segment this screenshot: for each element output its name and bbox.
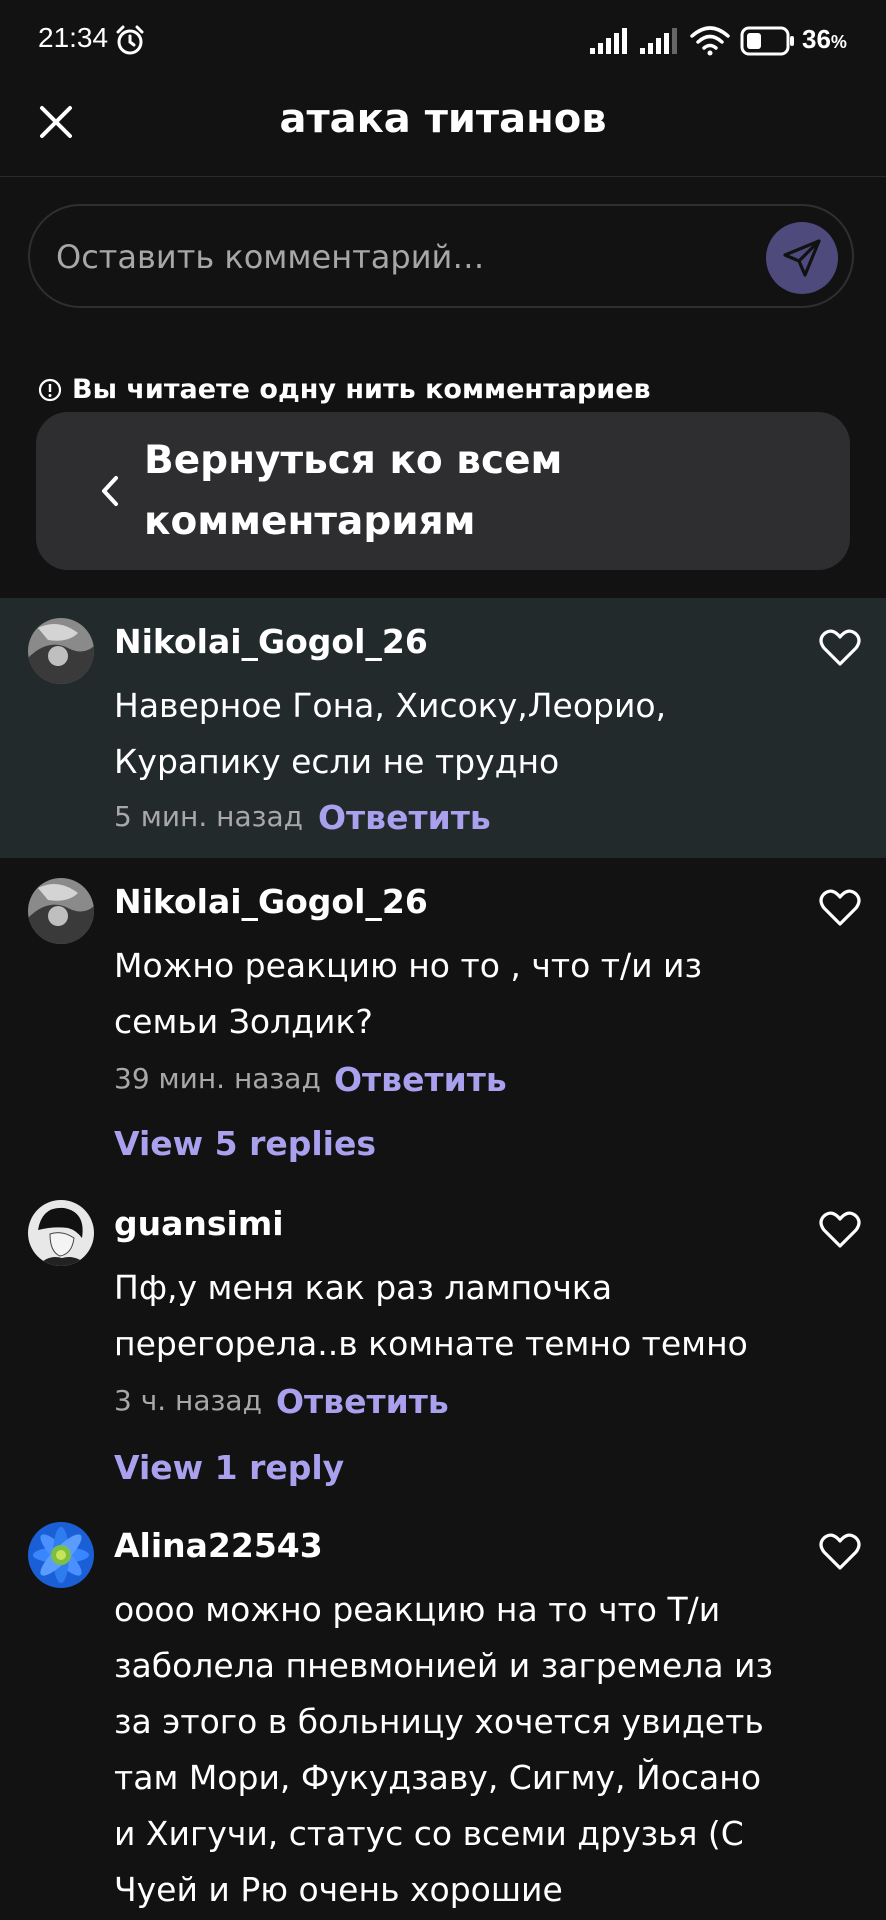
comment-username[interactable]: Nikolai_Gogol_26	[114, 882, 428, 921]
heart-icon[interactable]	[818, 1532, 862, 1572]
wifi-icon	[690, 26, 730, 56]
view-replies-button[interactable]: View 5 replies	[114, 1124, 376, 1163]
alarm-icon	[116, 25, 144, 55]
heart-icon[interactable]	[818, 1210, 862, 1250]
page-title: атака титанов	[279, 96, 607, 142]
signal-icon	[590, 28, 627, 54]
comment-timestamp: 5 мин. назад	[114, 800, 304, 833]
back-button-label: Вернуться ко всем комментариям	[144, 438, 563, 544]
send-icon	[783, 239, 821, 277]
thread-notice-text: Вы читаете одну нить комментариев	[72, 374, 651, 405]
chevron-left-icon	[102, 476, 118, 506]
comment-username[interactable]: Nikolai_Gogol_26	[114, 622, 428, 661]
comment-text: Наверное Гона, Хисоку,Леорио, Курапику е…	[114, 686, 667, 781]
comment-item: guansimi Пф,у меня как раз лампочка пере…	[0, 1180, 886, 1502]
comment-text: Можно реакцию но то , что т/и из семьи З…	[114, 946, 703, 1041]
comment-username[interactable]: Alina22543	[114, 1526, 323, 1565]
avatar[interactable]	[28, 878, 94, 944]
comment-text: Пф,у меня как раз лампочка перегорела..в…	[114, 1268, 748, 1363]
status-time: 21:34	[38, 22, 109, 53]
heart-icon[interactable]	[818, 628, 862, 668]
battery-unit: %	[830, 32, 847, 52]
comment-input-container	[28, 204, 854, 308]
reply-button[interactable]: Ответить	[318, 798, 491, 837]
comment-item: Alina22543 оооо можно реакцию на то что …	[0, 1502, 886, 1920]
reply-button[interactable]: Ответить	[276, 1382, 449, 1421]
comment-input[interactable]	[54, 228, 738, 286]
status-bar: 21:34 36%	[0, 0, 886, 82]
comment-item: Nikolai_Gogol_26 Наверное Гона, Хисоку,Л…	[0, 598, 886, 858]
avatar[interactable]	[28, 618, 94, 684]
battery-percentage: 36%	[802, 24, 847, 55]
comment-item: Nikolai_Gogol_26 Можно реакцию но то , ч…	[0, 858, 886, 1180]
comment-timestamp: 39 мин. назад	[114, 1062, 321, 1095]
comment-text: оооо можно реакцию на то что Т/и заболел…	[114, 1590, 774, 1909]
heart-icon[interactable]	[818, 888, 862, 928]
reply-button[interactable]: Ответить	[334, 1060, 507, 1099]
battery-icon	[740, 26, 794, 56]
send-button[interactable]	[766, 222, 838, 294]
thread-notice: Вы читаете одну нить комментариев	[38, 374, 651, 405]
header: атака титанов	[0, 82, 886, 177]
view-replies-button[interactable]: View 1 reply	[114, 1448, 344, 1487]
back-to-all-comments-button[interactable]: Вернуться ко всем комментариям	[36, 412, 850, 570]
avatar[interactable]	[28, 1522, 94, 1588]
comment-username[interactable]: guansimi	[114, 1204, 284, 1243]
comment-timestamp: 3 ч. назад	[114, 1384, 262, 1417]
avatar[interactable]	[28, 1200, 94, 1266]
battery-level: 36	[802, 24, 831, 54]
info-icon	[38, 378, 62, 401]
signal-icon-2	[640, 28, 677, 54]
